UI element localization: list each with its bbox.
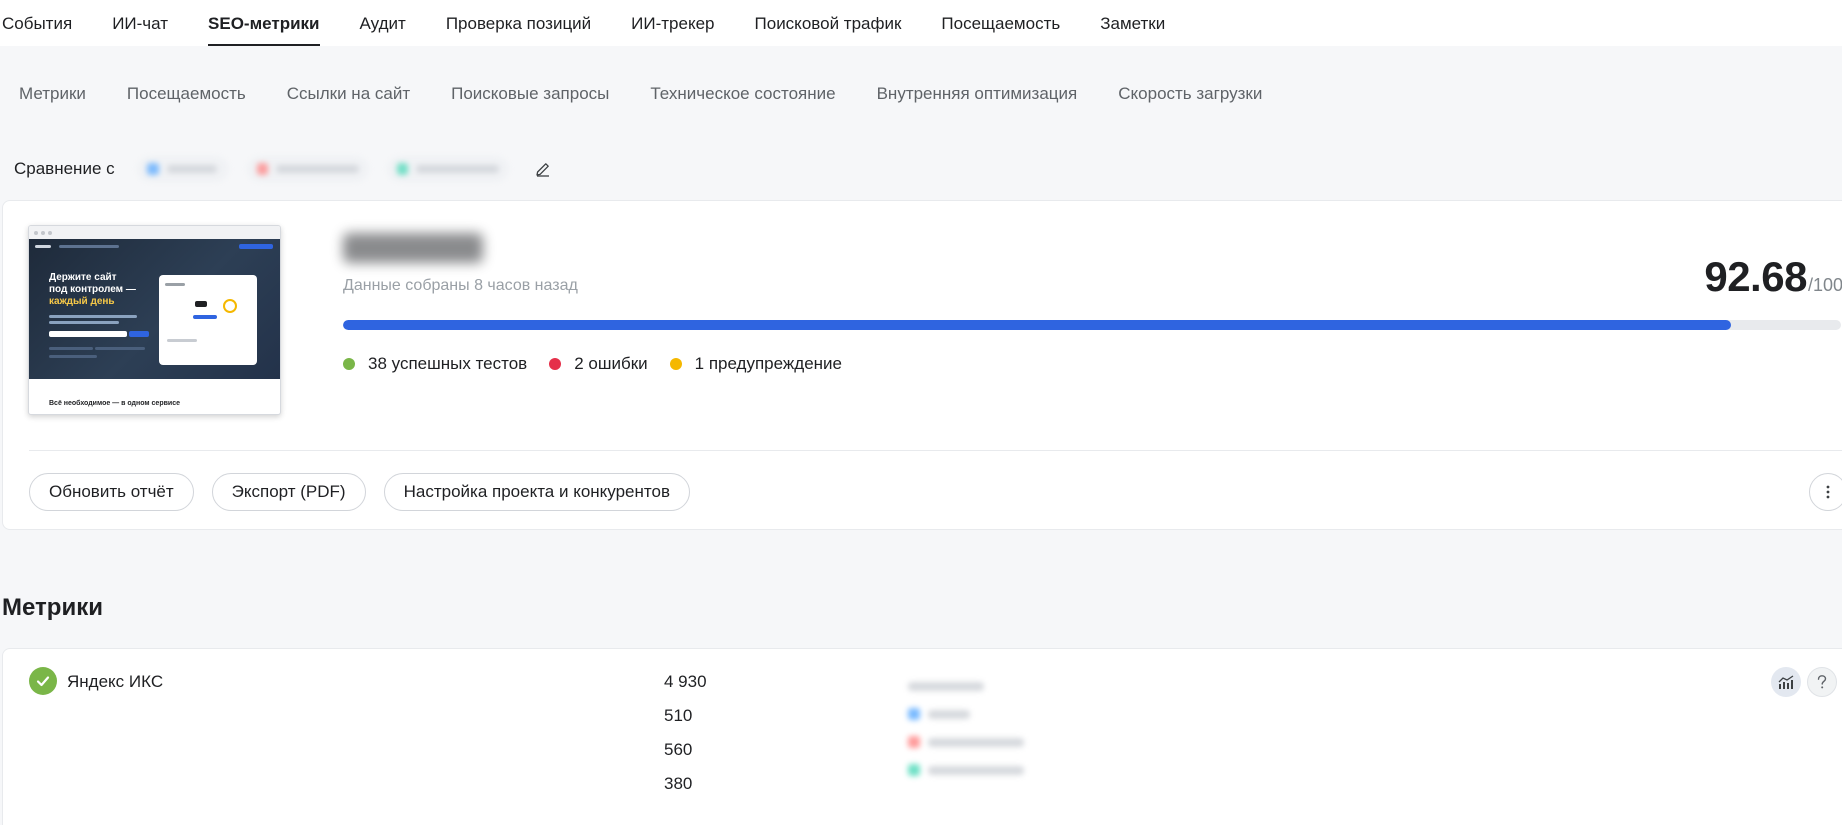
tab-attendance[interactable]: Посещаемость [941, 0, 1060, 46]
subtab-speed[interactable]: Скорость загрузки [1118, 84, 1262, 104]
tab-events[interactable]: События [2, 0, 72, 46]
help-icon[interactable] [1807, 667, 1837, 697]
metric-values: 4 930 510 560 380 [664, 672, 707, 808]
subtab-technical[interactable]: Техническое состояние [650, 84, 835, 104]
export-pdf-button[interactable]: Экспорт (PDF) [211, 473, 366, 511]
competitor-color-dot [146, 163, 159, 175]
success-dot-icon [343, 358, 355, 370]
stat-errors: 2 ошибки [549, 354, 648, 374]
error-dot-icon [549, 358, 562, 370]
project-name [343, 233, 483, 263]
subtab-onpage[interactable]: Внутренняя оптимизация [877, 84, 1078, 104]
metric-value-own: 4 930 [664, 672, 707, 691]
top-tabs: События ИИ-чат SEO-метрики Аудит Проверк… [0, 0, 1842, 46]
chart-icon[interactable] [1771, 667, 1801, 697]
metric-value-competitor: 510 [664, 706, 693, 725]
metric-sites [908, 672, 1024, 784]
edit-icon[interactable] [531, 157, 555, 181]
competitor-chip[interactable] [246, 156, 369, 182]
score-value: 92.68 [1704, 253, 1807, 300]
site-screenshot: Держите сайт под контролем — каждый день… [28, 225, 281, 415]
competitor-chip[interactable] [386, 156, 509, 182]
tab-seo-metrics[interactable]: SEO-метрики [208, 0, 320, 46]
tab-ai-chat[interactable]: ИИ-чат [112, 0, 168, 46]
project-actions: Обновить отчёт Экспорт (PDF) Настройка п… [29, 473, 708, 511]
tab-position-check[interactable]: Проверка позиций [446, 0, 591, 46]
data-collected-time: Данные собраны 8 часов назад [343, 277, 578, 294]
score-progress-bar [343, 320, 1841, 330]
subtab-search-queries[interactable]: Поисковые запросы [451, 84, 609, 104]
score-max: /100 [1807, 275, 1842, 295]
metric-value-competitor: 560 [664, 740, 693, 759]
subtab-metrics[interactable]: Метрики [19, 84, 86, 104]
stat-success: 38 успешных тестов [343, 354, 527, 374]
competitor-chip[interactable] [136, 156, 229, 182]
warning-dot-icon [669, 358, 682, 370]
project-settings-button[interactable]: Настройка проекта и конкурентов [383, 473, 690, 511]
tab-search-traffic[interactable]: Поисковой трафик [755, 0, 902, 46]
refresh-report-button[interactable]: Обновить отчёт [29, 473, 194, 511]
project-card: Держите сайт под контролем — каждый день… [2, 200, 1842, 530]
metric-value-competitor: 380 [664, 774, 693, 793]
tab-ai-tracker[interactable]: ИИ-трекер [631, 0, 714, 46]
subtab-backlinks[interactable]: Ссылки на сайт [287, 84, 410, 104]
subtab-attendance[interactable]: Посещаемость [127, 84, 246, 104]
competitor-color-dot [396, 163, 409, 175]
more-options-icon[interactable] [1809, 473, 1842, 511]
divider [29, 450, 1842, 451]
metric-name: Яндекс ИКС [67, 672, 164, 691]
competitor-color-dot [256, 163, 269, 175]
compare-row: Сравнение с [14, 156, 555, 182]
metric-card: Яндекс ИКС 4 930 510 560 380 [2, 648, 1842, 825]
check-circle-icon [29, 667, 57, 695]
sub-tabs: Метрики Посещаемость Ссылки на сайт Поис… [19, 84, 1303, 104]
test-stats: 38 успешных тестов 2 ошибки 1 предупрежд… [343, 354, 864, 374]
tab-audit[interactable]: Аудит [360, 0, 406, 46]
compare-label: Сравнение с [14, 159, 115, 178]
score-progress-fill [343, 320, 1732, 330]
score: 92.68 /100 [1704, 253, 1842, 301]
stat-warnings: 1 предупреждение [669, 354, 842, 374]
site-label [908, 750, 1024, 784]
section-title-metrics: Метрики [2, 594, 103, 621]
tab-notes[interactable]: Заметки [1100, 0, 1165, 46]
